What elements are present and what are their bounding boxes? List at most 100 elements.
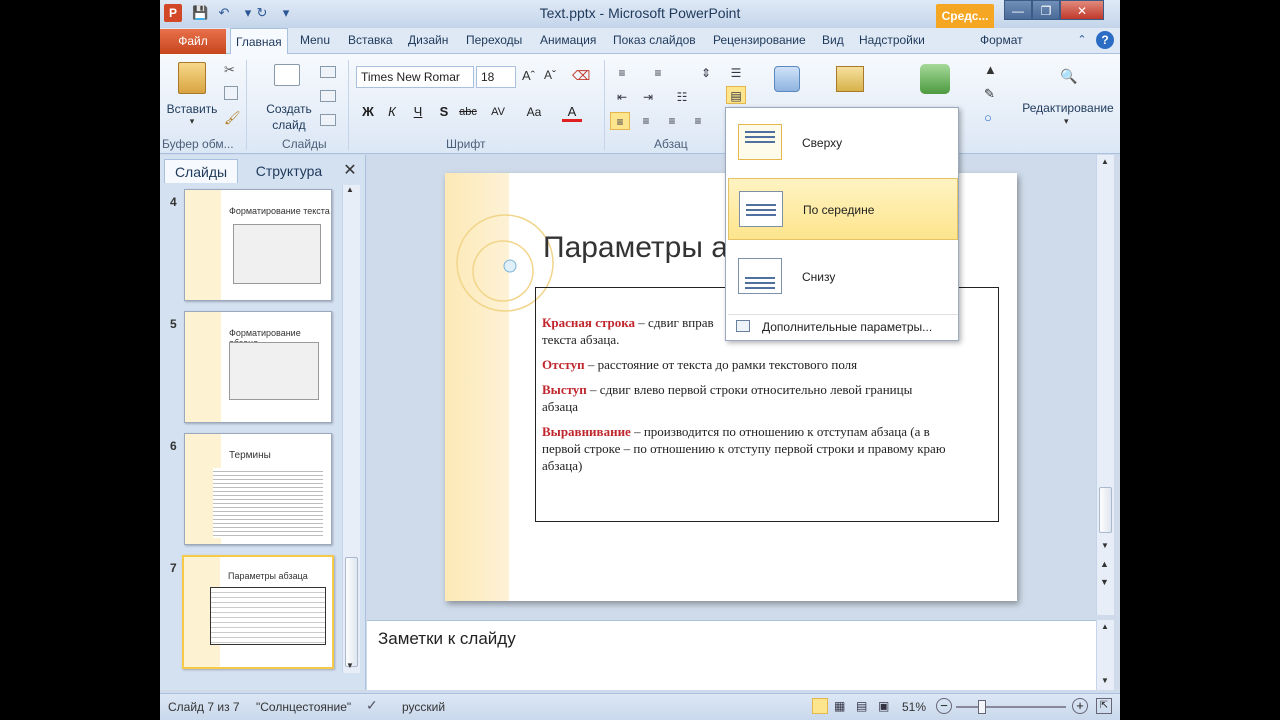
tab-slideshow[interactable]: Показ слайдов <box>613 33 696 47</box>
align-center-button[interactable]: ≡ <box>636 112 656 130</box>
tab-format[interactable]: Формат <box>980 33 1023 47</box>
strikethrough-button[interactable]: abc <box>458 102 478 122</box>
columns-icon[interactable]: ☰ <box>726 64 746 82</box>
editing-dropdown-icon[interactable]: ▾ <box>1064 116 1069 127</box>
line-spacing-icon[interactable]: ⇕ <box>696 64 716 82</box>
paste-button-label[interactable]: Вставить <box>164 102 220 116</box>
align-bottom-option[interactable]: Снизу <box>728 246 958 308</box>
align-middle-option[interactable]: По середине <box>728 178 958 240</box>
underline-button[interactable]: Ч <box>408 102 428 122</box>
shadow-button[interactable]: S <box>434 102 454 122</box>
tab-outline[interactable]: Структура <box>242 159 336 183</box>
next-slide-icon[interactable]: ▼ <box>1100 577 1109 587</box>
minimize-icon[interactable]: — <box>1004 0 1032 20</box>
notes-placeholder[interactable]: Заметки к слайду <box>378 629 516 649</box>
font-name-input[interactable]: Times New Romar <box>356 66 474 88</box>
tab-animation[interactable]: Анимация <box>540 33 596 47</box>
cut-icon[interactable]: ✂ <box>224 62 235 78</box>
slideshow-view-icon[interactable]: ▣ <box>878 699 889 713</box>
zoom-in-icon[interactable]: + <box>1072 698 1088 714</box>
shape-fill-icon[interactable]: ▲ <box>984 62 997 77</box>
align-left-button[interactable]: ≡ <box>610 112 630 130</box>
new-slide-label-2[interactable]: слайд <box>258 118 320 132</box>
align-right-button[interactable]: ≡ <box>662 112 682 130</box>
reset-icon[interactable] <box>320 90 336 102</box>
grow-font-icon[interactable]: Aˆ <box>522 68 535 83</box>
slide-thumbnail-6[interactable]: Термины <box>184 433 332 545</box>
scroll-down-icon[interactable]: ▼ <box>1101 676 1109 685</box>
tab-menu[interactable]: Menu <box>300 33 330 47</box>
zoom-level[interactable]: 51% <box>902 700 926 714</box>
editing-button[interactable]: Редактирование <box>1020 101 1116 115</box>
font-color-button[interactable]: A <box>562 102 582 122</box>
scroll-up-icon[interactable]: ▲ <box>1101 622 1109 631</box>
quick-styles-icon[interactable] <box>920 64 950 94</box>
bullets-icon[interactable]: ≡ <box>612 64 632 82</box>
paste-dropdown-icon[interactable]: ▾ <box>182 116 202 127</box>
font-size-input[interactable]: 18 <box>476 66 516 88</box>
zoom-slider-thumb[interactable] <box>978 700 986 714</box>
scroll-down-icon[interactable]: ▼ <box>1101 541 1109 550</box>
maximize-icon[interactable]: ❐ <box>1032 0 1060 20</box>
slide-title[interactable]: Параметры а <box>543 231 728 265</box>
slides-scrollbar[interactable]: ▲ ▼ <box>342 185 360 673</box>
theme-name[interactable]: "Солнцестояние" <box>256 700 351 714</box>
text-direction-icon[interactable]: ☷ <box>672 88 692 106</box>
tab-review[interactable]: Рецензирование <box>713 33 806 47</box>
editor-scrollbar[interactable]: ▲ ▼ ▲ ▼ <box>1096 155 1114 615</box>
new-slide-label-1[interactable]: Создать <box>258 102 320 116</box>
slide-thumbnail-7[interactable]: Параметры абзаца <box>182 555 334 669</box>
slide-sorter-icon[interactable]: ▦ <box>834 699 845 713</box>
slide-thumbnail-4[interactable]: Форматирование текста <box>184 189 332 301</box>
change-case-button[interactable]: Aa <box>524 102 544 122</box>
bold-button[interactable]: Ж <box>358 102 378 122</box>
tab-transitions[interactable]: Переходы <box>466 33 522 47</box>
copy-icon[interactable] <box>224 86 238 100</box>
layout-icon[interactable] <box>320 66 336 78</box>
tab-design[interactable]: Дизайн <box>408 33 448 47</box>
ribbon-collapse-icon[interactable]: ⌃ <box>1074 32 1090 48</box>
find-icon[interactable]: 🔍 <box>1060 68 1077 85</box>
paste-icon[interactable] <box>178 62 206 94</box>
justify-button[interactable]: ≡ <box>688 112 708 130</box>
shrink-font-icon[interactable]: Aˇ <box>544 68 556 82</box>
align-top-option[interactable]: Сверху <box>728 112 958 174</box>
context-tab-drawing-tools[interactable]: Средс... <box>936 4 994 28</box>
fit-to-window-icon[interactable]: ⇱ <box>1096 698 1112 714</box>
zoom-slider[interactable] <box>956 706 1066 708</box>
tab-insert[interactable]: Вставка <box>348 33 393 47</box>
shapes-icon[interactable] <box>774 66 800 92</box>
scroll-thumb[interactable] <box>345 557 358 667</box>
scroll-up-icon[interactable]: ▲ <box>346 185 354 194</box>
section-icon[interactable] <box>320 114 336 126</box>
close-icon[interactable]: ✕ <box>1060 0 1104 20</box>
scroll-up-icon[interactable]: ▲ <box>1101 157 1109 166</box>
align-text-icon[interactable]: ▤ <box>726 86 746 104</box>
clear-format-icon[interactable]: ⌫ <box>572 68 590 84</box>
scroll-thumb[interactable] <box>1099 487 1112 533</box>
decrease-indent-icon[interactable]: ⇤ <box>612 88 632 106</box>
new-slide-icon[interactable] <box>274 64 300 86</box>
format-painter-icon[interactable]: 🖌 <box>224 110 241 126</box>
shape-effects-icon[interactable]: ○ <box>984 110 992 125</box>
more-options-item[interactable]: Дополнительные параметры... <box>728 314 958 338</box>
tab-slides[interactable]: Слайды <box>164 159 238 183</box>
numbering-icon[interactable]: ≡ <box>648 64 668 82</box>
spellcheck-icon[interactable]: ✓ <box>366 697 378 714</box>
tab-home[interactable]: Главная <box>230 28 288 55</box>
char-spacing-button[interactable]: AV <box>488 102 508 122</box>
italic-button[interactable]: К <box>382 102 402 122</box>
normal-view-icon[interactable] <box>812 698 828 714</box>
zoom-out-icon[interactable]: − <box>936 698 952 714</box>
arrange-icon[interactable] <box>836 66 864 92</box>
tab-view[interactable]: Вид <box>822 33 844 47</box>
reading-view-icon[interactable]: ▤ <box>856 699 867 713</box>
close-panel-icon[interactable]: ✕ <box>340 161 360 181</box>
slide-thumbnail-5[interactable]: Форматирование абзаца <box>184 311 332 423</box>
increase-indent-icon[interactable]: ⇥ <box>638 88 658 106</box>
shape-outline-icon[interactable]: ✎ <box>984 86 995 102</box>
scroll-down-icon[interactable]: ▼ <box>346 661 354 670</box>
notes-pane[interactable]: Заметки к слайду <box>367 620 1110 690</box>
tab-addins[interactable]: Надстройки <box>859 33 925 47</box>
language-indicator[interactable]: русский <box>402 700 445 714</box>
